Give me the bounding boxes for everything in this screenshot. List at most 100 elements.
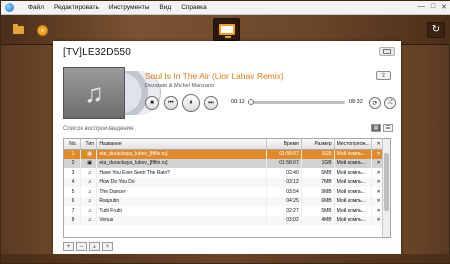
- next-button[interactable]: ⏭: [204, 96, 218, 110]
- menu-edit[interactable]: Редактировать: [54, 4, 99, 11]
- close-button[interactable]: ✕: [441, 3, 447, 11]
- row-location: Мой компь...: [334, 158, 373, 168]
- row-size: 7MB: [301, 177, 335, 187]
- row-location: Мой компь...: [334, 149, 373, 159]
- row-name: The Dancer: [96, 187, 267, 197]
- view-compact-button[interactable]: ☰: [383, 124, 393, 132]
- remove-icon: −: [79, 243, 84, 250]
- add-icon: +: [66, 243, 71, 250]
- status-bar: [1, 254, 450, 263]
- column-type[interactable]: Тип: [80, 139, 98, 150]
- refresh-button[interactable]: ↻: [427, 22, 445, 38]
- app-window: Файл Редактировать Инструменты Вид Справ…: [0, 0, 450, 264]
- remove-item-button[interactable]: −: [76, 242, 87, 251]
- open-disc-button[interactable]: [33, 22, 51, 38]
- maximize-button[interactable]: □: [431, 3, 435, 11]
- menu-bar: Файл Редактировать Инструменты Вид Справ…: [1, 1, 450, 15]
- total-time: 08:32: [349, 99, 363, 105]
- row-number: 7: [64, 206, 81, 216]
- video-icon: ▣: [80, 158, 98, 168]
- music-note-icon: ♫: [80, 206, 98, 216]
- column-name[interactable]: Название: [96, 139, 267, 150]
- menu-tools[interactable]: Инструменты: [109, 4, 150, 11]
- row-time: 03:02: [266, 215, 302, 225]
- column-size[interactable]: Размер: [301, 139, 335, 150]
- row-time: 02:40: [266, 168, 302, 178]
- column-time[interactable]: Время: [266, 139, 302, 150]
- move-down-button[interactable]: ▼: [102, 242, 113, 251]
- open-folder-button[interactable]: [9, 22, 27, 38]
- music-note-icon: ♫: [80, 196, 98, 206]
- row-name: Venus: [96, 215, 267, 225]
- row-time: 01:58:07: [266, 149, 302, 159]
- row-time: 03:54: [266, 187, 302, 197]
- song-artist: Dezarate & Michel Manzano: [145, 83, 215, 89]
- table-row[interactable]: 7 ♫ Tutti Frutti 02:27 5MB Мой компь... ✕: [64, 206, 384, 216]
- row-location: Мой компь...: [334, 206, 373, 216]
- row-location: Мой компь...: [334, 196, 373, 206]
- scrollbar-thumb[interactable]: [384, 153, 389, 211]
- list-compact-icon: ☰: [385, 125, 391, 131]
- pause-button[interactable]: ⏸: [182, 94, 200, 112]
- share-button[interactable]: ⇪: [376, 71, 391, 80]
- row-size: 4MB: [301, 215, 335, 225]
- screen-icon: [383, 49, 391, 54]
- table-row[interactable]: 1 ▣ eta_durackaya_lubov_[ftfile.ru] 01:58:0…: [64, 149, 384, 159]
- row-size: 1GB: [301, 149, 335, 159]
- table-row[interactable]: 8 ♫ Venus 03:02 4MB Мой компь... ✕: [64, 215, 384, 225]
- device-name: [TV]LE32D550: [63, 47, 131, 58]
- row-name: Have You Ever Seen The Rain?: [96, 168, 267, 178]
- repeat-button[interactable]: ⟳: [369, 97, 381, 109]
- song-title: Soul Is In The Air (Lior Lahav Remix): [145, 71, 284, 81]
- row-location: Мой компь...: [334, 187, 373, 197]
- row-name: eta_durackaya_lubov_[ftfile.ru]: [96, 149, 267, 159]
- stop-button[interactable]: ■: [145, 96, 159, 110]
- music-note-icon: ♫: [80, 168, 98, 178]
- repeat-icon: ⟳: [372, 100, 378, 107]
- row-size: 6MB: [301, 196, 335, 206]
- playlist-scrollbar[interactable]: [382, 139, 390, 237]
- row-location: Мой компь...: [334, 168, 373, 178]
- table-row[interactable]: 3 ♫ Have You Ever Seen The Rain? 02:40 6MB Мо…: [64, 168, 384, 178]
- row-number: 6: [64, 196, 81, 206]
- table-row[interactable]: 2 ▣ eta_durackaya_lubov_[ftfile.ru] 01:58:0…: [64, 158, 384, 168]
- next-icon: ⏭: [208, 99, 214, 106]
- table-row[interactable]: 5 ♫ The Dancer 03:54 9MB Мой компь... ✕: [64, 187, 384, 197]
- previous-button[interactable]: ⏮: [164, 96, 178, 110]
- row-number: 2: [64, 158, 81, 168]
- menu-file[interactable]: Файл: [28, 4, 44, 11]
- share-icon: ⇪: [380, 73, 387, 79]
- table-row[interactable]: 6 ♫ Rasputin 04:25 6MB Мой компь... ✕: [64, 196, 384, 206]
- previous-icon: ⏮: [168, 99, 174, 106]
- shuffle-button[interactable]: ⤮: [384, 97, 396, 109]
- row-number: 4: [64, 177, 81, 187]
- menu-view[interactable]: Вид: [159, 4, 171, 11]
- add-item-button[interactable]: +: [63, 242, 74, 251]
- seek-bar-handle[interactable]: [247, 99, 254, 105]
- list-detail-icon: ▤: [373, 125, 379, 131]
- table-row[interactable]: 4 ♫ How Do You Do 03:12 7MB Мой компь... ✕: [64, 177, 384, 187]
- column-location[interactable]: Местополож...: [334, 139, 373, 150]
- row-time: 03:12: [266, 177, 302, 187]
- row-size: 6MB: [301, 168, 335, 178]
- menu-help[interactable]: Справка: [181, 4, 207, 11]
- row-location: Мой компь...: [334, 177, 373, 187]
- row-name: eta_durackaya_lubov_[ftfile.ru]: [96, 158, 267, 168]
- elapsed-time: 00:12: [231, 99, 245, 105]
- seek-bar[interactable]: [247, 99, 345, 105]
- move-up-button[interactable]: ▲: [89, 242, 100, 251]
- app-logo-icon[interactable]: [5, 3, 14, 12]
- minimize-button[interactable]: —: [418, 3, 425, 11]
- device-settings-button[interactable]: [379, 47, 395, 56]
- arrow-down-icon: ▼: [104, 243, 111, 250]
- view-detailed-button[interactable]: ▤: [371, 124, 381, 132]
- column-no[interactable]: No.: [64, 139, 81, 150]
- device-select-button[interactable]: [213, 18, 240, 41]
- row-time: 02:27: [266, 206, 302, 216]
- row-number: 8: [64, 215, 81, 225]
- music-note-icon: ♫: [80, 215, 98, 225]
- folder-icon: [12, 24, 24, 34]
- row-location: Мой компь...: [334, 215, 373, 225]
- disc-icon: [36, 24, 48, 36]
- music-note-icon: ♫: [84, 78, 104, 108]
